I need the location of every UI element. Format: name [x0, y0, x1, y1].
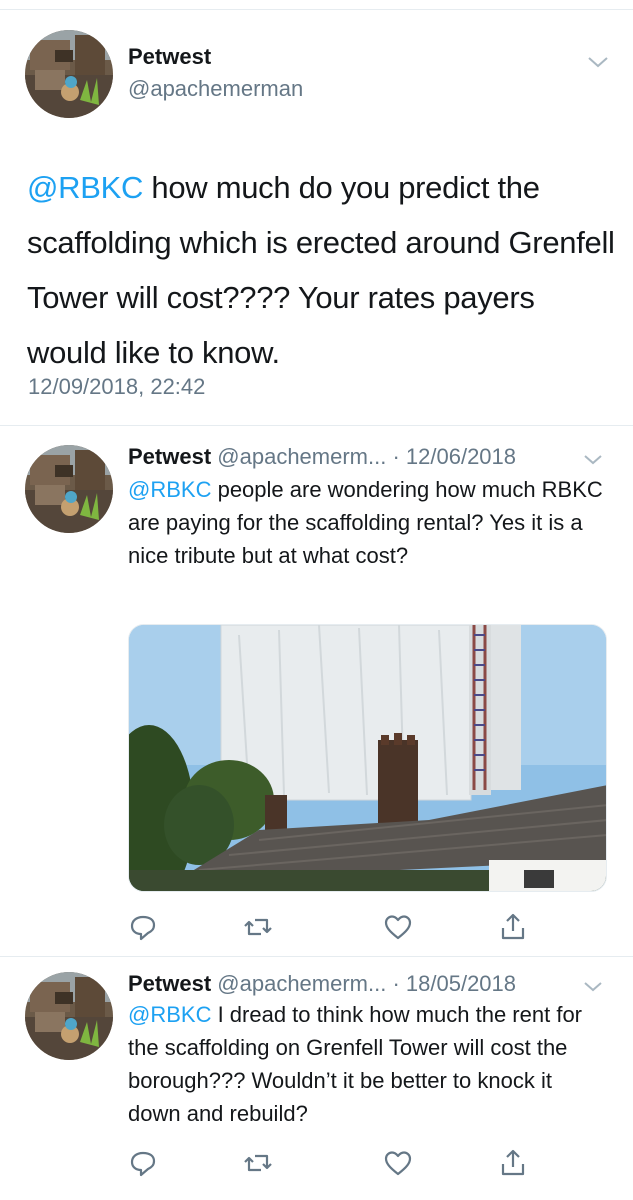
timestamp[interactable]: 12/09/2018, 22:42	[28, 374, 205, 400]
top-divider	[0, 0, 633, 10]
separator: ·	[386, 444, 406, 469]
tweet-text: @RBKC people are wondering how much RBKC…	[128, 473, 608, 572]
avatar-image	[25, 972, 113, 1060]
tweet-header: Petwest @apachemerm... · 18/05/2018	[128, 971, 578, 997]
retweet-icon[interactable]	[243, 912, 273, 942]
share-icon[interactable]	[498, 912, 528, 942]
author-handle[interactable]: @apachemerm...	[217, 444, 386, 469]
tweet-actions	[128, 1148, 528, 1178]
chevron-down-icon[interactable]	[586, 52, 610, 72]
mention-link[interactable]: @RBKC	[128, 477, 211, 502]
tweet-photo[interactable]	[128, 624, 607, 892]
share-icon[interactable]	[498, 1148, 528, 1178]
author-handle[interactable]: @apachemerm...	[217, 971, 386, 996]
like-icon[interactable]	[383, 912, 413, 942]
retweet-icon[interactable]	[243, 1148, 273, 1178]
tweet-text: @RBKC I dread to think how much the rent…	[128, 998, 608, 1130]
main-tweet: Petwest @apachemerman @RBKC how much do …	[0, 10, 633, 426]
tweet-actions	[128, 912, 528, 942]
author-name[interactable]: Petwest	[128, 444, 211, 469]
like-icon[interactable]	[383, 1148, 413, 1178]
mention-link[interactable]: @RBKC	[128, 1002, 211, 1027]
tweet-date[interactable]: 18/05/2018	[406, 971, 516, 996]
tweet-text: @RBKC how much do you predict the scaffo…	[27, 160, 617, 380]
reply-icon[interactable]	[128, 1148, 158, 1178]
author-name[interactable]: Petwest	[128, 971, 211, 996]
avatar-image	[25, 445, 113, 533]
tweet-date[interactable]: 12/06/2018	[406, 444, 516, 469]
avatar[interactable]	[25, 30, 113, 118]
separator: ·	[386, 971, 406, 996]
author-handle[interactable]: @apachemerman	[128, 76, 303, 102]
author-name[interactable]: Petwest	[128, 44, 211, 70]
mention-link[interactable]: @RBKC	[27, 170, 143, 205]
tweet-item[interactable]: Petwest @apachemerm... · 18/05/2018 @RBK…	[0, 958, 633, 1200]
reply-icon[interactable]	[128, 912, 158, 942]
avatar-image	[25, 30, 113, 118]
tweet-item[interactable]: Petwest @apachemerm... · 12/06/2018 @RBK…	[0, 427, 633, 957]
chevron-down-icon[interactable]	[582, 451, 604, 469]
tweet-header: Petwest @apachemerm... · 12/06/2018	[128, 444, 578, 470]
avatar[interactable]	[25, 445, 113, 533]
avatar[interactable]	[25, 972, 113, 1060]
chevron-down-icon[interactable]	[582, 978, 604, 996]
photo-image	[129, 625, 606, 891]
